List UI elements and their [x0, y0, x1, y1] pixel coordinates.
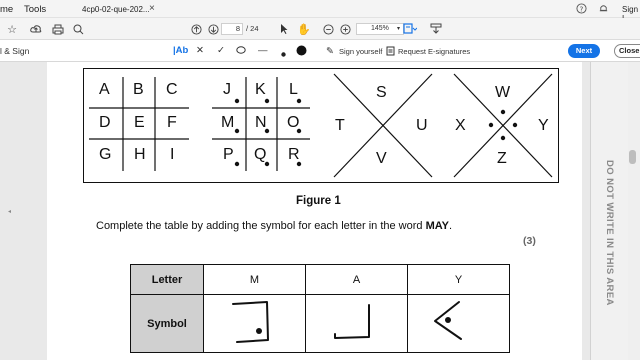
symbol-cell-a[interactable]	[305, 294, 408, 353]
bell-icon[interactable]	[598, 3, 609, 17]
letter-header: Letter	[130, 264, 204, 295]
letter-cell-m: M	[203, 264, 306, 295]
cloud-upload-icon[interactable]	[28, 21, 44, 37]
symbol-a-drawing	[333, 304, 370, 339]
pen-sign-icon[interactable]: ✎	[326, 46, 334, 57]
symbol-cell-m[interactable]	[203, 294, 306, 353]
tools-tab[interactable]: Tools	[24, 4, 46, 15]
fill-sign-title: l & Sign	[0, 46, 30, 56]
letter-cell-y: Y	[407, 264, 510, 295]
cipher-letter: G	[99, 146, 112, 163]
filled-dot-icon[interactable]	[296, 45, 307, 59]
cipher-letter: A	[99, 81, 110, 98]
symbol-header: Symbol	[130, 294, 204, 353]
cipher-letter: E	[134, 114, 145, 131]
cipher-letter: T	[335, 117, 345, 134]
checkmark-icon[interactable]: ✓	[217, 45, 225, 56]
download-icon[interactable]	[428, 21, 444, 37]
answer-table: Letter M A Y Symbol	[130, 264, 510, 353]
right-gutter	[582, 62, 590, 360]
page-up-icon[interactable]	[188, 21, 204, 37]
search-icon[interactable]	[70, 21, 86, 37]
help-icon[interactable]: ?	[576, 3, 587, 17]
cipher-letter: S	[376, 84, 387, 101]
cipher-letter: U	[416, 117, 428, 134]
letter-cell-a: A	[305, 264, 408, 295]
next-button[interactable]: Next	[568, 44, 600, 58]
request-signature-icon[interactable]	[386, 46, 395, 59]
line-icon[interactable]: —	[258, 45, 268, 56]
question-prompt: Complete the table by adding the symbol …	[96, 220, 426, 232]
zoom-in-icon[interactable]	[337, 21, 353, 37]
page-down-icon[interactable]	[205, 21, 221, 37]
zoom-value: 145%	[371, 25, 389, 32]
main-toolbar: ☆ 8 / 24 ✋ 145% ▾	[0, 18, 640, 40]
cipher-letter: R	[288, 146, 300, 163]
cipher-letter: D	[99, 114, 111, 131]
symbol-y-drawing	[433, 301, 462, 340]
home-tab[interactable]: me	[0, 4, 13, 15]
menu-bar: me Tools 4cp0-02-que-202... × ? Sign I	[0, 0, 640, 23]
print-icon[interactable]	[50, 21, 66, 37]
circle-icon[interactable]	[236, 46, 246, 57]
symbol-cell-y[interactable]	[407, 294, 510, 353]
cipher-letter: Q	[254, 146, 267, 163]
cipher-letter: L	[289, 81, 298, 98]
cursor-icon[interactable]	[276, 21, 292, 37]
page-total: / 24	[246, 24, 259, 33]
cipher-letter: P	[223, 146, 234, 163]
hand-icon[interactable]: ✋	[296, 21, 312, 37]
small-dot-icon[interactable]	[281, 49, 286, 60]
margin-warning-text: DO NOT WRITE IN THIS AREA	[604, 160, 615, 306]
cipher-letter: W	[495, 84, 511, 101]
page-layout-icon[interactable]	[402, 21, 418, 37]
cipher-letter: B	[133, 81, 144, 98]
fill-sign-toolbar: l & Sign |Ab ✕ ✓ — ✎ Sign yourself Reque…	[0, 40, 640, 62]
question-word: MAY	[425, 220, 450, 232]
cipher-letter: C	[166, 81, 178, 98]
cipher-letter: Z	[497, 150, 507, 167]
svg-text:?: ?	[580, 4, 584, 13]
close-tab-icon[interactable]: ×	[149, 3, 155, 14]
collapse-left-icon[interactable]: ◂	[8, 208, 11, 215]
figure-caption: Figure 1	[296, 195, 341, 207]
chevron-down-icon: ▾	[396, 26, 400, 32]
cipher-letter: F	[167, 114, 177, 131]
symbol-row: Symbol	[130, 294, 510, 353]
scrollbar-track[interactable]	[628, 62, 640, 360]
zoom-out-icon[interactable]	[320, 21, 336, 37]
cipher-letter: J	[223, 81, 231, 98]
letter-row: Letter M A Y	[130, 264, 510, 295]
scrollbar-thumb[interactable]	[629, 150, 636, 164]
document-tab[interactable]: 4cp0-02-que-202...	[82, 5, 150, 14]
close-button[interactable]: Close	[614, 44, 640, 58]
cipher-letter: M	[221, 114, 235, 131]
cipher-letter: K	[255, 81, 266, 98]
cipher-letter: H	[134, 146, 146, 163]
cipher-letter: V	[376, 150, 387, 167]
cipher-letter: N	[255, 114, 267, 131]
add-text-tool[interactable]: |Ab	[173, 45, 188, 56]
cross-mark-icon[interactable]: ✕	[196, 45, 204, 56]
cipher-grid-lines	[89, 73, 553, 178]
cipher-figure: A B C D E F G H I J K L M N O P Q R S T …	[83, 68, 559, 183]
marks-label: (3)	[523, 235, 536, 247]
cipher-letter: Y	[538, 117, 549, 134]
cipher-letter: O	[287, 114, 300, 131]
zoom-level-select[interactable]: 145% ▾	[356, 23, 404, 35]
request-esignatures-button[interactable]: Request E-signatures	[398, 47, 470, 56]
star-icon[interactable]: ☆	[4, 21, 20, 37]
cipher-letter: I	[170, 146, 175, 163]
cipher-letter: X	[455, 117, 466, 134]
question-end: .	[449, 220, 453, 232]
question-text: Complete the table by adding the symbol …	[96, 220, 452, 232]
page-number-input[interactable]: 8	[221, 23, 243, 35]
sign-yourself-button[interactable]: Sign yourself	[339, 47, 382, 56]
symbol-m-drawing	[231, 301, 269, 343]
